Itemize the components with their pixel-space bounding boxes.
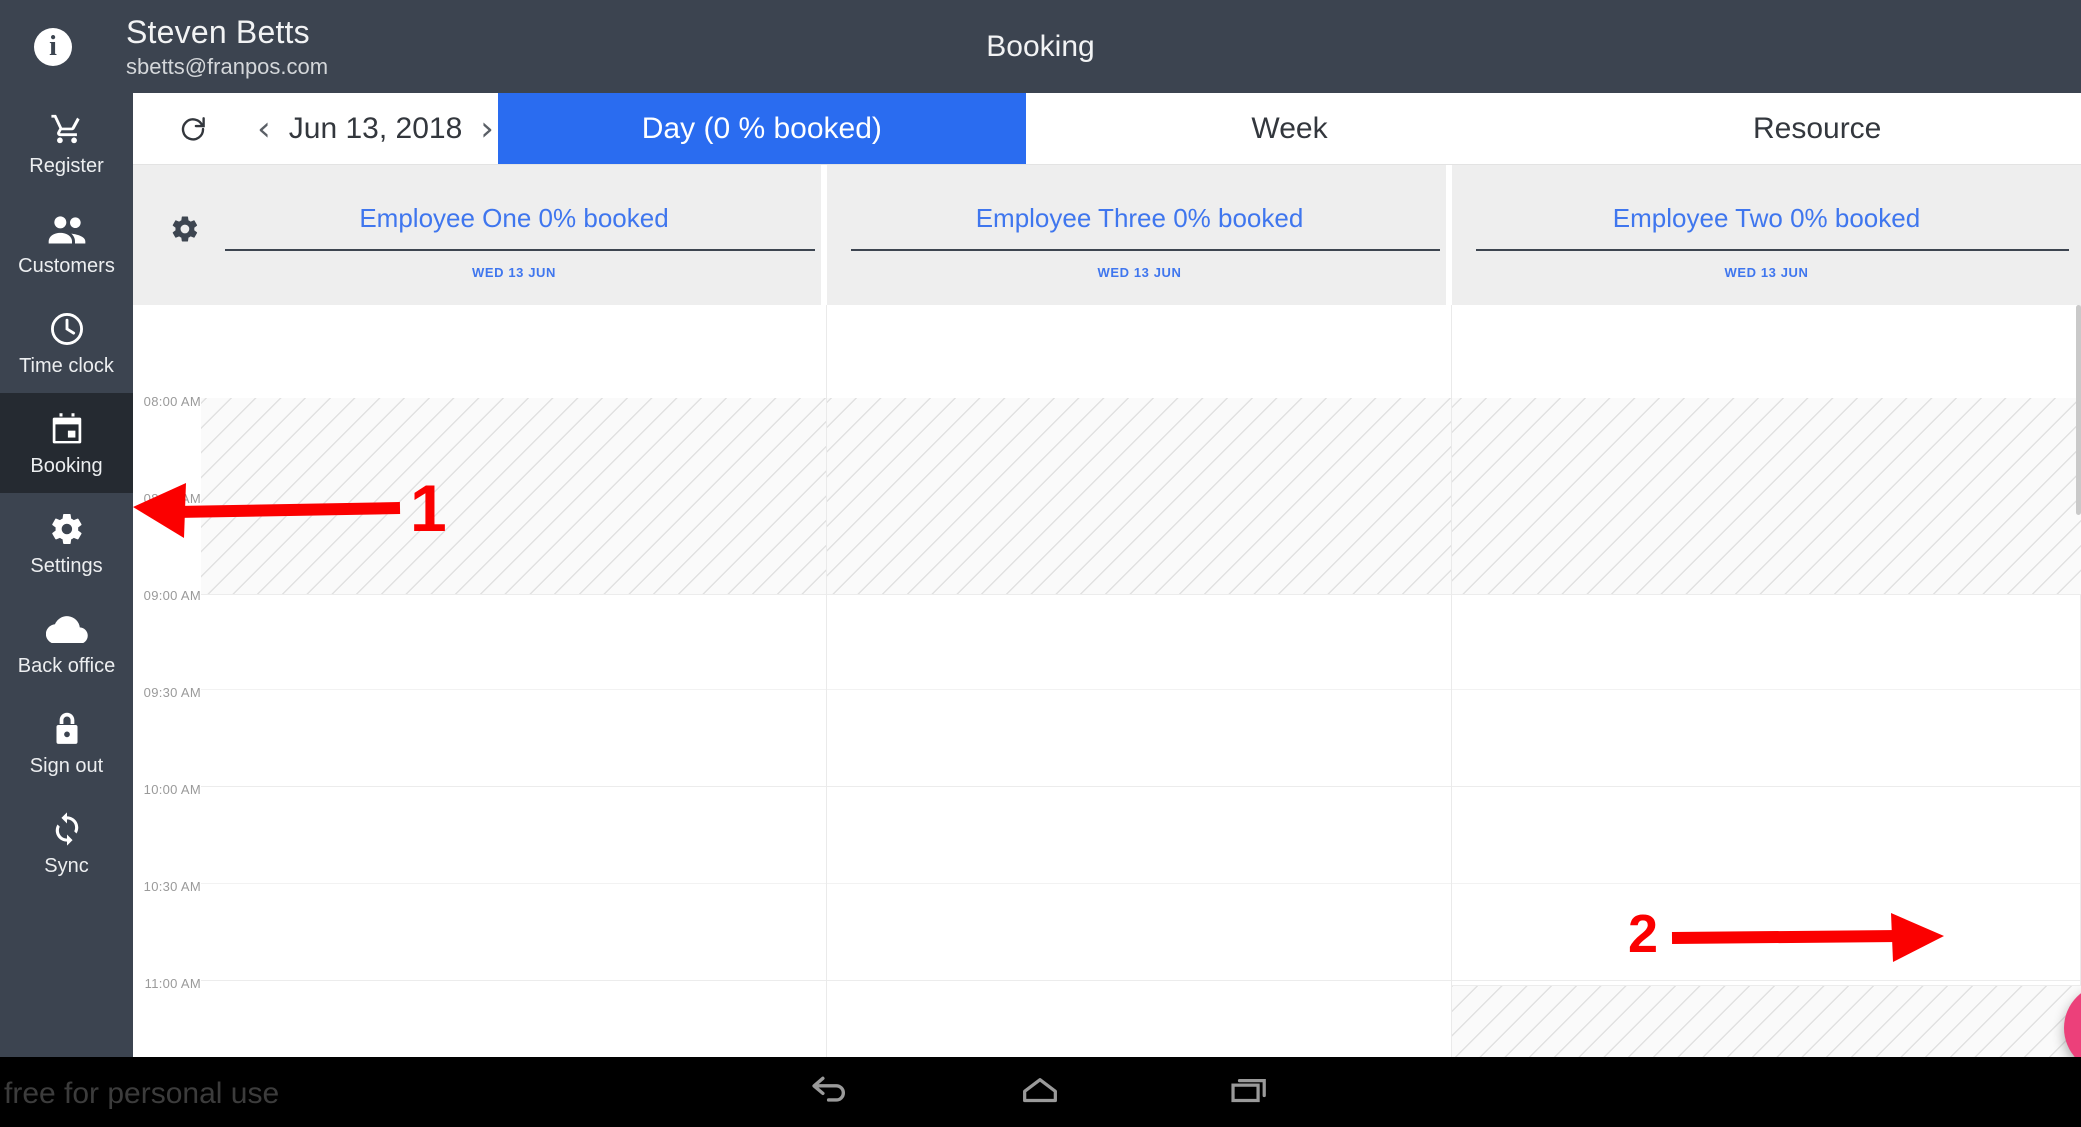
sidebar-item-label: Customers [18, 254, 115, 277]
people-icon [47, 209, 87, 249]
employee-header-row: Employee One 0% booked WED 13 JUN Employ… [133, 165, 2081, 305]
time-label: 11:00 AM [144, 976, 201, 991]
sidebar-item-booking[interactable]: Booking [0, 393, 133, 493]
calendar-grid[interactable]: 08:00 AM 08:30 AM 09:00 AM 09:30 AM 10:0… [133, 305, 2081, 1057]
unavailable-block [201, 398, 826, 595]
shopping-cart-icon [49, 109, 85, 149]
android-navigation-bar [0, 1057, 2081, 1127]
time-axis: 08:00 AM 08:30 AM 09:00 AM 09:30 AM 10:0… [133, 305, 201, 1057]
gear-icon [49, 509, 85, 549]
calendar-settings-button[interactable] [167, 213, 203, 249]
tab-resource[interactable]: Resource [1553, 93, 2081, 164]
booking-toolbar: ‹ Jun 13, 2018 › Day (0 % booked) Week R… [133, 93, 2081, 165]
unavailable-block [1452, 398, 2081, 595]
tab-week[interactable]: Week [1025, 93, 1554, 164]
calendar-icon [49, 409, 85, 449]
refresh-button[interactable] [133, 93, 253, 164]
gear-icon [170, 214, 200, 249]
employee-date: WED 13 JUN [1097, 265, 1182, 280]
cloud-icon [45, 609, 88, 649]
sidebar-item-settings[interactable]: Settings [0, 493, 133, 593]
time-label: 08:00 AM [143, 394, 201, 409]
sync-icon [50, 809, 84, 849]
employee-name: Employee One 0% booked [359, 203, 669, 233]
sidebar-item-label: Booking [30, 454, 103, 477]
employee-date: WED 13 JUN [471, 265, 557, 280]
android-recents-button[interactable] [1190, 1057, 1310, 1127]
sidebar-item-back-office[interactable]: Back office [0, 593, 133, 693]
employee-date: WED 13 JUN [1724, 265, 1809, 280]
vertical-scrollbar[interactable] [2076, 305, 2081, 515]
refresh-icon [178, 114, 208, 144]
home-icon [1019, 1074, 1061, 1111]
time-label: 09:00 AM [143, 588, 201, 603]
sidebar-item-label: Register [29, 154, 104, 177]
recents-icon [1229, 1074, 1271, 1111]
unavailable-block [1452, 985, 2081, 1057]
top-app-bar: i Steven Betts sbetts@franpos.com Bookin… [0, 0, 2081, 93]
android-back-button[interactable] [772, 1057, 892, 1127]
clock-icon [48, 309, 86, 349]
back-icon [810, 1073, 854, 1112]
annotation-label-2: 2 [1628, 904, 1659, 964]
sidebar-item-label: Back office [17, 654, 116, 677]
employee-column-header-2[interactable]: Employee Three 0% booked WED 13 JUN [827, 165, 1452, 305]
sidebar-item-sign-out[interactable]: Sign out [0, 693, 133, 793]
page-title: Booking [986, 30, 1095, 63]
time-label: 10:30 AM [143, 879, 201, 894]
prev-date-button[interactable]: ‹ [249, 112, 279, 146]
sidebar-item-label: Sign out [29, 754, 104, 777]
time-label: 08:30 AM [143, 491, 201, 506]
employee-underline [225, 249, 815, 251]
employee-name: Employee Two 0% booked [1612, 203, 1921, 233]
employee-underline [1476, 249, 2069, 251]
sidebar-item-register[interactable]: Register [0, 93, 133, 193]
unavailable-block [827, 398, 1451, 595]
sidebar-item-customers[interactable]: Customers [0, 193, 133, 293]
employee-column-header-3[interactable]: Employee Two 0% booked WED 13 JUN [1452, 165, 2081, 305]
sidebar-item-sync[interactable]: Sync [0, 793, 133, 893]
time-label: 10:00 AM [143, 782, 201, 797]
main-content: ‹ Jun 13, 2018 › Day (0 % booked) Week R… [133, 93, 2081, 1072]
watermark-text: free for personal use [4, 1077, 280, 1110]
employee-column-header-1[interactable]: Employee One 0% booked WED 13 JUN [201, 165, 827, 305]
lock-icon [51, 709, 83, 749]
sidebar-item-time-clock[interactable]: Time clock [0, 293, 133, 393]
time-label: 09:30 AM [143, 685, 201, 700]
sidebar-item-label: Time clock [19, 354, 114, 377]
employee-underline [851, 249, 1440, 251]
date-navigator: ‹ Jun 13, 2018 › [253, 93, 498, 164]
employee-name: Employee Three 0% booked [975, 203, 1304, 233]
app-root: i Steven Betts sbetts@franpos.com Bookin… [0, 0, 2081, 1127]
tab-day[interactable]: Day (0 % booked) [498, 93, 1026, 164]
sidebar: Register Customers Time clock Booking Se… [0, 93, 133, 1057]
sidebar-item-label: Sync [44, 854, 89, 877]
sidebar-item-label: Settings [30, 554, 103, 577]
annotation-label-1: 1 [410, 471, 447, 545]
android-home-button[interactable] [980, 1057, 1100, 1127]
current-date-label[interactable]: Jun 13, 2018 [289, 112, 462, 146]
